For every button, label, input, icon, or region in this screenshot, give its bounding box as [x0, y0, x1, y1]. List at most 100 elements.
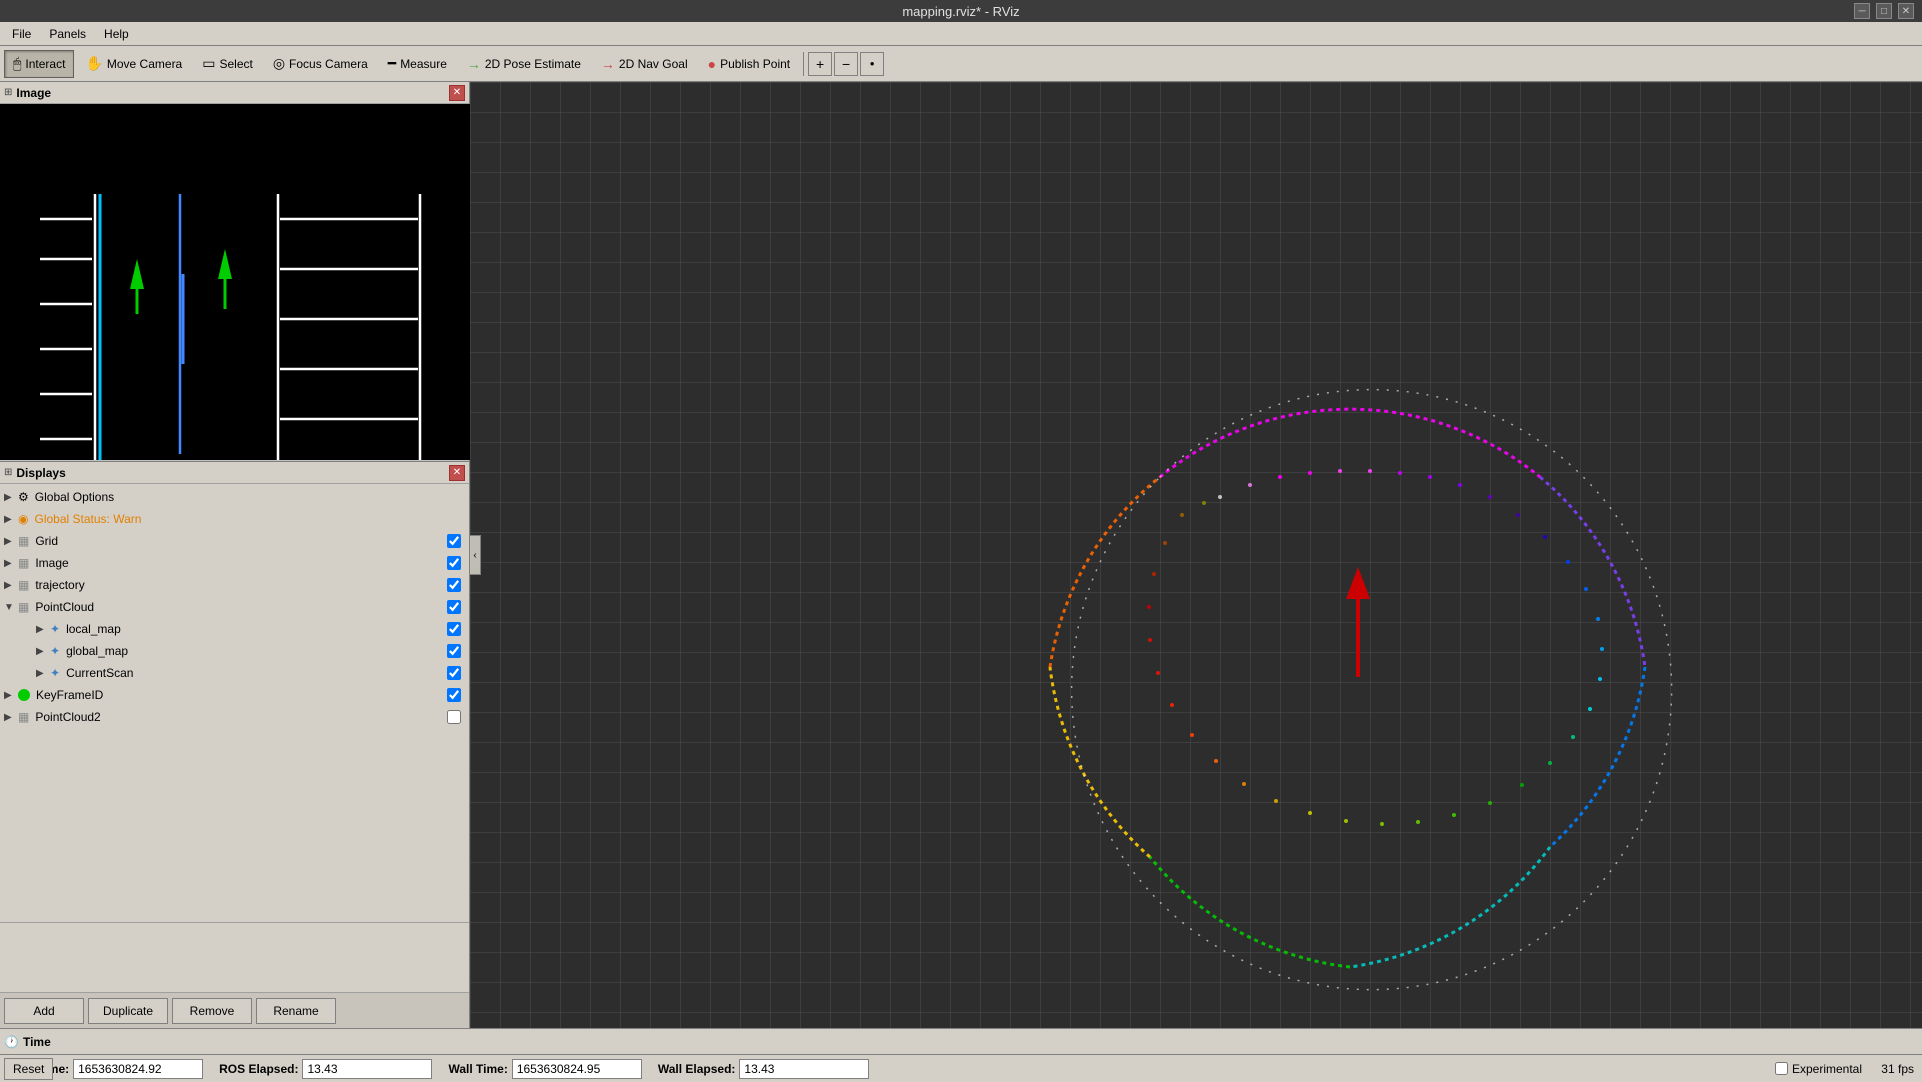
image-checkbox[interactable]	[447, 556, 461, 570]
measure-button[interactable]: ━ Measure	[379, 50, 456, 78]
titlebar-title: mapping.rviz* - RViz	[902, 4, 1019, 19]
trajectory-icon: ▦	[18, 578, 29, 592]
zoom-reset-button[interactable]: ●	[860, 52, 884, 76]
close-button[interactable]: ✕	[1898, 3, 1914, 19]
global-map-checkbox[interactable]	[447, 644, 461, 658]
display-item-image[interactable]: ▶ ▦ Image	[0, 552, 469, 574]
time-title: Time	[23, 1035, 51, 1049]
wall-elapsed-section: Wall Elapsed:	[658, 1059, 870, 1079]
wall-time-value[interactable]	[512, 1059, 642, 1079]
display-item-pointcloud[interactable]: ▼ ▦ PointCloud	[0, 596, 469, 618]
expand-arrow-image: ▶	[4, 558, 16, 569]
trajectory-checkbox[interactable]	[447, 578, 461, 592]
display-item-global-status[interactable]: ▶ ◉ Global Status: Warn	[0, 508, 469, 530]
toolbar: 🖱 Interact ✋ Move Camera ▭ Select ◎ Focu…	[0, 46, 1922, 82]
expand-arrow-trajectory: ▶	[4, 580, 16, 591]
rename-button[interactable]: Rename	[256, 998, 336, 1024]
display-item-local-map[interactable]: ▶ ✦ local_map	[0, 618, 469, 640]
displays-panel: ⊞ Displays ✕ ▶ ⚙ Global Options ▶ ◉ Glob…	[0, 462, 469, 1028]
maximize-button[interactable]: □	[1876, 3, 1892, 19]
interact-button[interactable]: 🖱 Interact	[4, 50, 74, 78]
pointcloud2-icon: ▦	[18, 710, 29, 724]
select-button[interactable]: ▭ Select	[193, 50, 262, 78]
grid-checkbox[interactable]	[447, 534, 461, 548]
fps-display: 31 fps	[1881, 1062, 1914, 1076]
wall-time-label: Wall Time:	[448, 1062, 507, 1076]
titlebar-controls: ─ □ ✕	[1854, 3, 1914, 19]
menu-file[interactable]: File	[4, 25, 39, 43]
viz-svg	[470, 82, 1922, 1028]
clock-icon: 🕐	[4, 1035, 19, 1049]
titlebar: mapping.rviz* - RViz ─ □ ✕	[0, 0, 1922, 22]
select-icon: ▭	[202, 55, 215, 72]
display-item-global-map[interactable]: ▶ ✦ global_map	[0, 640, 469, 662]
current-scan-checkbox[interactable]	[447, 666, 461, 680]
display-item-keyframe-id[interactable]: ▶ KeyFrameID	[0, 684, 469, 706]
zoom-minus-button[interactable]: −	[834, 52, 858, 76]
menu-panels[interactable]: Panels	[41, 25, 94, 43]
expand-arrow-global-options: ▶	[4, 492, 16, 503]
image-panel-close[interactable]: ✕	[449, 85, 465, 101]
displays-bottom-space	[0, 922, 469, 992]
display-item-global-options[interactable]: ▶ ⚙ Global Options	[0, 486, 469, 508]
image-panel-title: Image	[16, 86, 445, 100]
experimental-label: Experimental	[1792, 1062, 1862, 1076]
zoom-plus-button[interactable]: +	[808, 52, 832, 76]
displays-panel-header: ⊞ Displays ✕	[0, 462, 469, 484]
global-status-icon: ◉	[18, 512, 28, 526]
add-button[interactable]: Add	[4, 998, 84, 1024]
2d-nav-button[interactable]: → 2D Nav Goal	[592, 50, 697, 78]
duplicate-button[interactable]: Duplicate	[88, 998, 168, 1024]
move-camera-button[interactable]: ✋ Move Camera	[76, 50, 191, 78]
experimental-checkbox[interactable]	[1775, 1062, 1788, 1075]
publish-point-icon: ●	[708, 56, 716, 72]
ros-elapsed-label: ROS Elapsed:	[219, 1062, 298, 1076]
collapse-panel-arrow[interactable]: ‹	[469, 535, 481, 575]
display-item-pointcloud2[interactable]: ▶ ▦ PointCloud2	[0, 706, 469, 728]
2d-pose-icon: →	[467, 56, 481, 72]
menu-help[interactable]: Help	[96, 25, 137, 43]
keyframe-id-checkbox[interactable]	[447, 688, 461, 702]
display-item-trajectory[interactable]: ▶ ▦ trajectory	[0, 574, 469, 596]
pointcloud-checkbox[interactable]	[447, 600, 461, 614]
current-scan-icon: ✦	[50, 666, 60, 680]
move-camera-icon: ✋	[85, 55, 102, 72]
image-panel: ⊞ Image ✕	[0, 82, 469, 462]
displays-panel-close[interactable]: ✕	[449, 465, 465, 481]
remove-button[interactable]: Remove	[172, 998, 252, 1024]
measure-icon: ━	[388, 55, 396, 72]
expand-arrow-current-scan: ▶	[36, 668, 48, 679]
interact-icon: 🖱	[13, 55, 21, 72]
reset-button[interactable]: Reset	[4, 1058, 53, 1080]
expand-arrow-keyframe-id: ▶	[4, 690, 16, 701]
image-svg: >>	[0, 104, 470, 460]
left-panel: ⊞ Image ✕	[0, 82, 470, 1028]
minimize-button[interactable]: ─	[1854, 3, 1870, 19]
display-item-current-scan[interactable]: ▶ ✦ CurrentScan	[0, 662, 469, 684]
grid-icon: ▦	[18, 534, 29, 548]
ros-time-value[interactable]	[73, 1059, 203, 1079]
global-map-icon: ✦	[50, 644, 60, 658]
ros-elapsed-section: ROS Elapsed:	[219, 1059, 432, 1079]
focus-camera-button[interactable]: ◎ Focus Camera	[264, 50, 377, 78]
2d-nav-icon: →	[601, 56, 615, 72]
displays-panel-icon: ⊞	[4, 467, 12, 478]
time-section: 🕐 Time	[4, 1035, 51, 1049]
viewport[interactable]	[470, 82, 1922, 1028]
publish-point-button[interactable]: ● Publish Point	[699, 50, 800, 78]
image-panel-icon: ⊞	[4, 87, 12, 98]
expand-arrow-pointcloud2: ▶	[4, 712, 16, 723]
display-item-grid[interactable]: ▶ ▦ Grid	[0, 530, 469, 552]
expand-arrow-global-map: ▶	[36, 646, 48, 657]
2d-pose-button[interactable]: → 2D Pose Estimate	[458, 50, 590, 78]
wall-elapsed-value[interactable]	[739, 1059, 869, 1079]
ros-elapsed-value[interactable]	[302, 1059, 432, 1079]
displays-content[interactable]: ▶ ⚙ Global Options ▶ ◉ Global Status: Wa…	[0, 484, 469, 922]
toolbar-separator	[803, 52, 804, 76]
keyframe-id-icon	[18, 689, 30, 701]
image-canvas[interactable]: >>	[0, 104, 470, 460]
global-options-icon: ⚙	[18, 490, 29, 504]
pointcloud2-checkbox[interactable]	[447, 710, 461, 724]
local-map-checkbox[interactable]	[447, 622, 461, 636]
image-icon: ▦	[18, 556, 29, 570]
